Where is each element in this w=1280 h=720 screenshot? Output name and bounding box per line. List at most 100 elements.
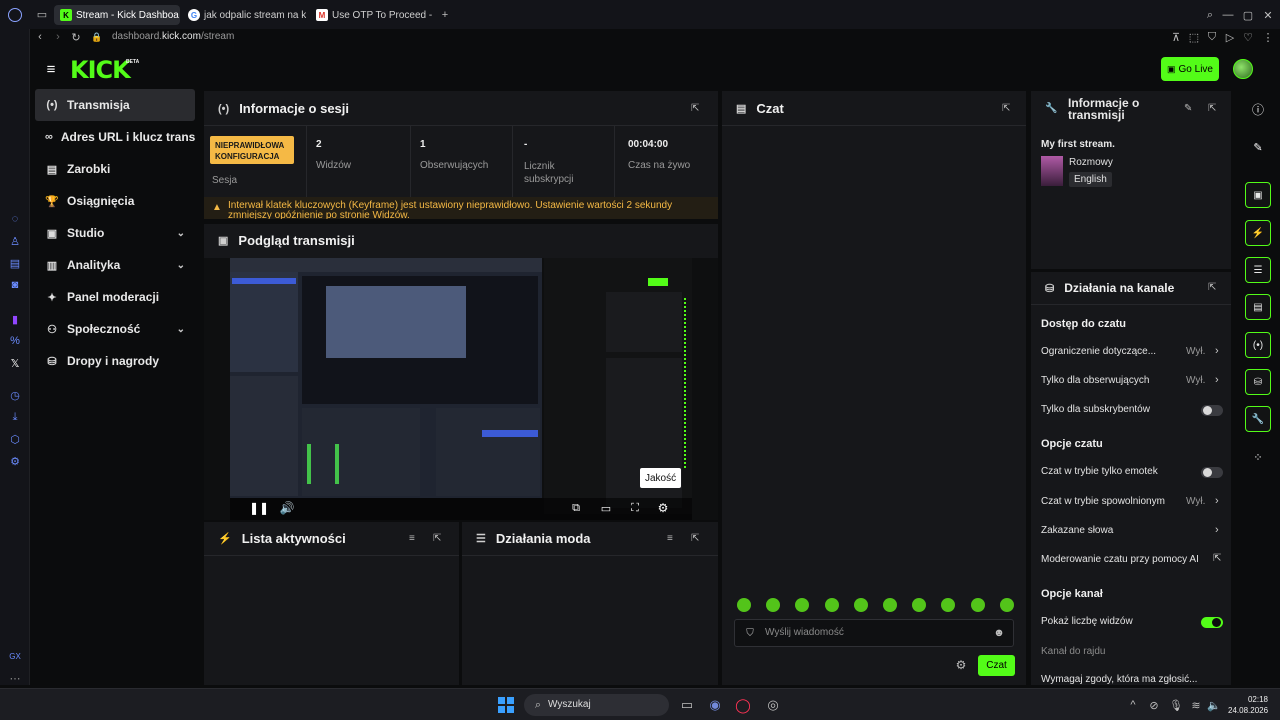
chat-input-box[interactable]: ⛉ Wyślij wiadomość ☻ (734, 619, 1014, 647)
new-tab-icon[interactable]: + (438, 8, 452, 22)
popout-icon[interactable]: ⇱ (433, 533, 441, 544)
start-icon[interactable] (498, 697, 514, 713)
screenshot-icon[interactable]: ⬚ (1188, 30, 1200, 44)
tray-chevron-up-icon[interactable]: ^ (1127, 698, 1139, 712)
popout-icon[interactable]: ⇱ (1208, 282, 1216, 293)
rail-preview-icon[interactable]: ▣ (1245, 182, 1271, 208)
sidebar-item[interactable]: ▣ Studio ⌄ (35, 217, 195, 249)
popout-icon[interactable]: ⇱ (1208, 103, 1216, 114)
chevron-down-icon[interactable]: ⌄ (177, 228, 185, 239)
emote-icon[interactable] (824, 598, 839, 612)
popout-icon[interactable]: ⇱ (691, 103, 699, 114)
sidebar-item[interactable]: ⚇ Społeczność ⌄ (35, 313, 195, 345)
rail-more-icon[interactable]: ⋯ (9, 672, 21, 685)
sidebar-item[interactable]: ▤ Zarobki (35, 153, 195, 185)
rail-history-icon[interactable]: ◌ (9, 213, 21, 225)
rail-wallet-icon[interactable]: ▤ (9, 257, 21, 270)
kick-logo[interactable]: KICK (70, 56, 131, 84)
tabs-menu-icon[interactable]: ▭ (36, 9, 48, 21)
close-icon[interactable]: ✕ (1261, 8, 1275, 22)
emoji-icon[interactable]: ☻ (993, 627, 1005, 639)
forward-icon[interactable]: › (52, 30, 64, 44)
go-live-button[interactable]: ▣ Go Live (1161, 57, 1219, 81)
rail-twitch-icon[interactable]: ▮ (9, 313, 21, 326)
pin-icon[interactable]: ⊼ (1170, 30, 1182, 44)
row-followers-only[interactable]: Tylko dla obserwujących Wył. › (1031, 371, 1231, 391)
sidebar-item[interactable]: 🏆 Osiągnięcia (35, 185, 195, 217)
emote-only-toggle[interactable] (1201, 467, 1223, 478)
rail-percent-icon[interactable]: % (9, 335, 21, 347)
url-text[interactable]: dashboard.kick.com/stream (112, 31, 234, 42)
hamburger-menu-icon[interactable]: ≡ (44, 61, 58, 78)
rail-extensions-icon[interactable]: ⬡ (9, 433, 21, 446)
chevron-down-icon[interactable]: ⌄ (177, 260, 185, 271)
row-raid-channel[interactable]: Kanał do rajdu (1031, 642, 1231, 662)
tab-gmail[interactable]: M Use OTP To Proceed - ulec (310, 5, 434, 25)
theatre-icon[interactable]: ▭ (599, 500, 613, 516)
rail-messenger-icon[interactable]: ◙ (9, 279, 21, 291)
menu-dots-icon[interactable]: ⋮ (1262, 30, 1274, 44)
emote-icon[interactable] (883, 598, 897, 612)
subs-only-toggle[interactable] (1201, 405, 1223, 416)
volume-icon[interactable]: 🔊 (280, 500, 295, 516)
file-explorer-icon[interactable]: ▭ (679, 697, 695, 713)
browser-logo-icon[interactable] (8, 8, 22, 22)
row-slow-mode[interactable]: Czat w trybie spowolnionym Wył. › (1031, 492, 1231, 512)
show-viewers-toggle[interactable] (1201, 617, 1223, 628)
badge-shield-icon[interactable]: ⛉ (744, 627, 756, 639)
heart-icon[interactable]: ♡ (1242, 30, 1254, 44)
search-icon[interactable]: ⌕ (1203, 8, 1217, 22)
rail-stream-info-icon[interactable]: 🔧 (1245, 406, 1271, 432)
chevron-down-icon[interactable]: ⌄ (177, 324, 185, 335)
fullscreen-icon[interactable]: ⛶ (628, 500, 642, 516)
info-icon[interactable]: ⓘ (1251, 102, 1265, 117)
chat-settings-icon[interactable]: ⚙ (954, 658, 968, 672)
quality-settings-icon[interactable]: ⚙ (656, 500, 670, 516)
rail-mod-actions-icon[interactable]: ☰ (1245, 257, 1271, 283)
popout-icon[interactable]: ⇱ (691, 533, 699, 544)
rail-activity-icon[interactable]: ⚡ (1245, 220, 1271, 246)
opera-gx-icon[interactable]: ◯ (735, 697, 751, 713)
tray-clock[interactable]: 02:18 24.08.2026 (1228, 694, 1268, 716)
rail-x-icon[interactable]: 𝕏 (9, 357, 21, 370)
rail-download-icon[interactable]: ⤓ (9, 411, 21, 423)
rail-settings-icon[interactable]: ⚙ (9, 455, 21, 468)
pause-icon[interactable]: ❚❚ (249, 500, 269, 516)
rail-gx-icon[interactable]: GX (8, 650, 22, 662)
popout-icon[interactable]: ⇱ (1002, 103, 1010, 114)
emote-icon[interactable] (737, 598, 751, 612)
shield-icon[interactable]: ⛉ (1206, 30, 1218, 44)
emote-icon[interactable] (970, 598, 985, 612)
sidebar-item[interactable]: ⛁ Dropy i nagrody (35, 345, 195, 377)
rail-channel-actions-icon[interactable]: ⛁ (1245, 369, 1271, 395)
tray-mic-icon[interactable]: 🎙 (1169, 698, 1183, 712)
tray-volume-icon[interactable]: 🔈 (1207, 698, 1221, 712)
tab-kick-dashboard[interactable]: K Stream - Kick Dashboa (54, 5, 180, 25)
video-player[interactable]: ❚❚ 🔊 ⧉ ▭ ⛶ ⚙ Jakość (204, 258, 718, 520)
rail-session-icon[interactable]: (•) (1245, 332, 1271, 358)
obs-icon[interactable]: ◎ (765, 697, 781, 713)
edit-icon[interactable]: ✎ (1184, 103, 1192, 114)
play-icon[interactable]: ▷ (1224, 30, 1236, 44)
tab-google-search[interactable]: G jak odpalic stream na kick (182, 5, 306, 25)
edit-icon[interactable]: ✎ (1251, 140, 1265, 154)
pip-icon[interactable]: ⧉ (569, 500, 583, 516)
category-thumbnail[interactable] (1041, 156, 1063, 186)
rail-gaming-icon[interactable]: ♙ (9, 235, 21, 248)
reload-icon[interactable]: ↻ (70, 30, 82, 44)
sidebar-item[interactable]: ∞ Adres URL i klucz transmisji (35, 121, 195, 153)
discord-icon[interactable]: ◉ (707, 697, 723, 713)
category-name[interactable]: Rozmowy (1069, 157, 1113, 168)
rail-chat-icon[interactable]: ▤ (1245, 294, 1271, 320)
tray-network-off-icon[interactable]: ⊘ (1148, 698, 1160, 712)
row-banned-words[interactable]: Zakazane słowa › (1031, 521, 1231, 541)
avatar[interactable] (1233, 59, 1253, 79)
filter-icon[interactable]: ≡ (409, 533, 415, 544)
sidebar-item[interactable]: (•) Transmisja (35, 89, 195, 121)
emote-icon[interactable] (999, 598, 1014, 612)
sidebar-item[interactable]: ✦ Panel moderacji (35, 281, 195, 313)
sidebar-item[interactable]: ▥ Analityka ⌄ (35, 249, 195, 281)
back-icon[interactable]: ‹ (34, 30, 46, 44)
minimize-icon[interactable]: — (1221, 8, 1235, 22)
tray-wifi-icon[interactable]: ≋ (1190, 698, 1202, 712)
